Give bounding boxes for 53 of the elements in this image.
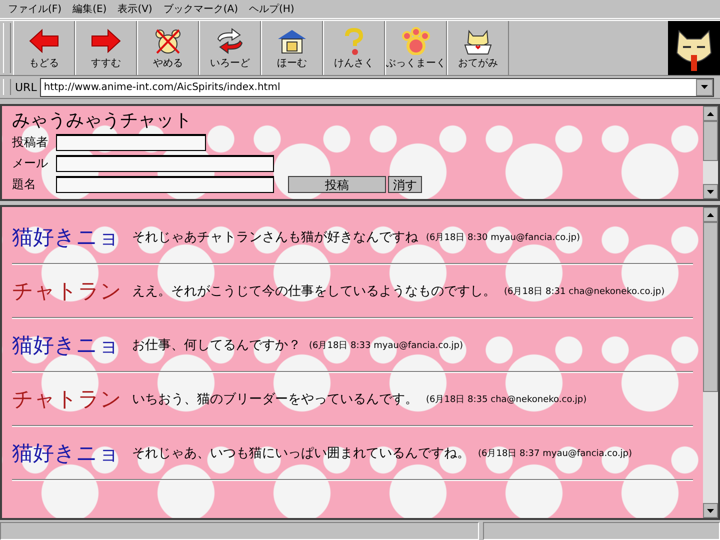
scroll-up-arrow-icon[interactable] — [707, 112, 714, 116]
message-meta: (6月18日 8:37 myau@fancia.co.jp) — [478, 448, 632, 460]
message-text: それじゃあチャトランさんも猫が好きなんですね — [132, 229, 418, 246]
menu-item[interactable]: ブックマーク(A) — [161, 2, 247, 16]
menu-item[interactable]: ファイル(F) — [6, 2, 71, 16]
paw-icon — [400, 27, 432, 55]
post-button[interactable]: 投稿 — [288, 176, 386, 193]
input-field[interactable] — [56, 176, 274, 193]
message-text: ええ。それがこうじて今の仕事をしているようなものですし。 — [132, 283, 496, 300]
toolbar-button[interactable]: いろーど — [199, 21, 261, 75]
cat-logo-icon — [668, 21, 720, 75]
house-icon — [276, 27, 308, 55]
author-name: 猫好きニョ — [12, 224, 118, 251]
message-text: お仕事、何してるんですか？ — [132, 337, 301, 354]
toolbar-button[interactable]: もどる — [13, 21, 75, 75]
scroll-down-arrow-icon[interactable] — [707, 508, 714, 512]
message-meta: (6月18日 8:35 cha@nekoneko.co.jp) — [426, 394, 587, 406]
author-name: チャトラン — [12, 278, 118, 305]
message-meta: (6月18日 8:30 myau@fancia.co.jp) — [426, 232, 580, 244]
author-name: 猫好きニョ — [12, 332, 118, 359]
input-field[interactable] — [56, 155, 274, 172]
toolbar-button[interactable]: ぶっくまーく — [385, 21, 447, 75]
toolbar-button[interactable]: おてがみ — [447, 21, 509, 75]
message-meta: (6月18日 8:33 myau@fancia.co.jp) — [309, 340, 464, 352]
menu-item[interactable]: 編集(E) — [70, 2, 116, 16]
chat-title: みゃうみゃうチャット — [12, 110, 193, 132]
field-label: メール — [12, 155, 49, 172]
scroll-up-arrow-icon[interactable] — [707, 212, 714, 216]
field-label: 投稿者 — [12, 134, 49, 151]
toolbar-grip[interactable] — [3, 79, 11, 95]
cat-letter-icon — [462, 27, 494, 55]
toolbar-grip[interactable] — [3, 23, 11, 73]
menu-item[interactable]: ヘルプ(H) — [247, 2, 304, 16]
arrow-left-icon — [28, 27, 60, 55]
field-label: 題名 — [12, 176, 37, 193]
toolbar-button[interactable]: すすむ — [75, 21, 137, 75]
author-name: 猫好きニョ — [12, 440, 118, 467]
message-text: それじゃあ、いつも猫にいっぱい囲まれているんですね。 — [132, 445, 470, 462]
scrollbar[interactable] — [703, 106, 718, 199]
toolbar-button[interactable]: ほーむ — [261, 21, 323, 75]
arrow-right-icon — [90, 27, 122, 55]
toolbar-button[interactable]: やめる — [137, 21, 199, 75]
menu-item[interactable]: 表示(V) — [116, 2, 162, 16]
clear-button[interactable]: 消す — [388, 176, 422, 193]
scroll-down-arrow-icon[interactable] — [707, 190, 714, 194]
scrollbar[interactable] — [703, 207, 718, 518]
input-field[interactable] — [56, 134, 206, 151]
url-label: URL — [15, 80, 37, 94]
message-text: いちおう、猫のブリーダーをやっているんです。 — [132, 391, 418, 408]
toolbar-button[interactable]: けんさく — [323, 21, 385, 75]
author-name: チャトラン — [12, 386, 118, 413]
message-meta: (6月18日 8:31 cha@nekoneko.co.jp) — [504, 286, 665, 298]
url-field[interactable]: http://www.anime-int.com/AicSpirits/index.html — [40, 78, 714, 96]
